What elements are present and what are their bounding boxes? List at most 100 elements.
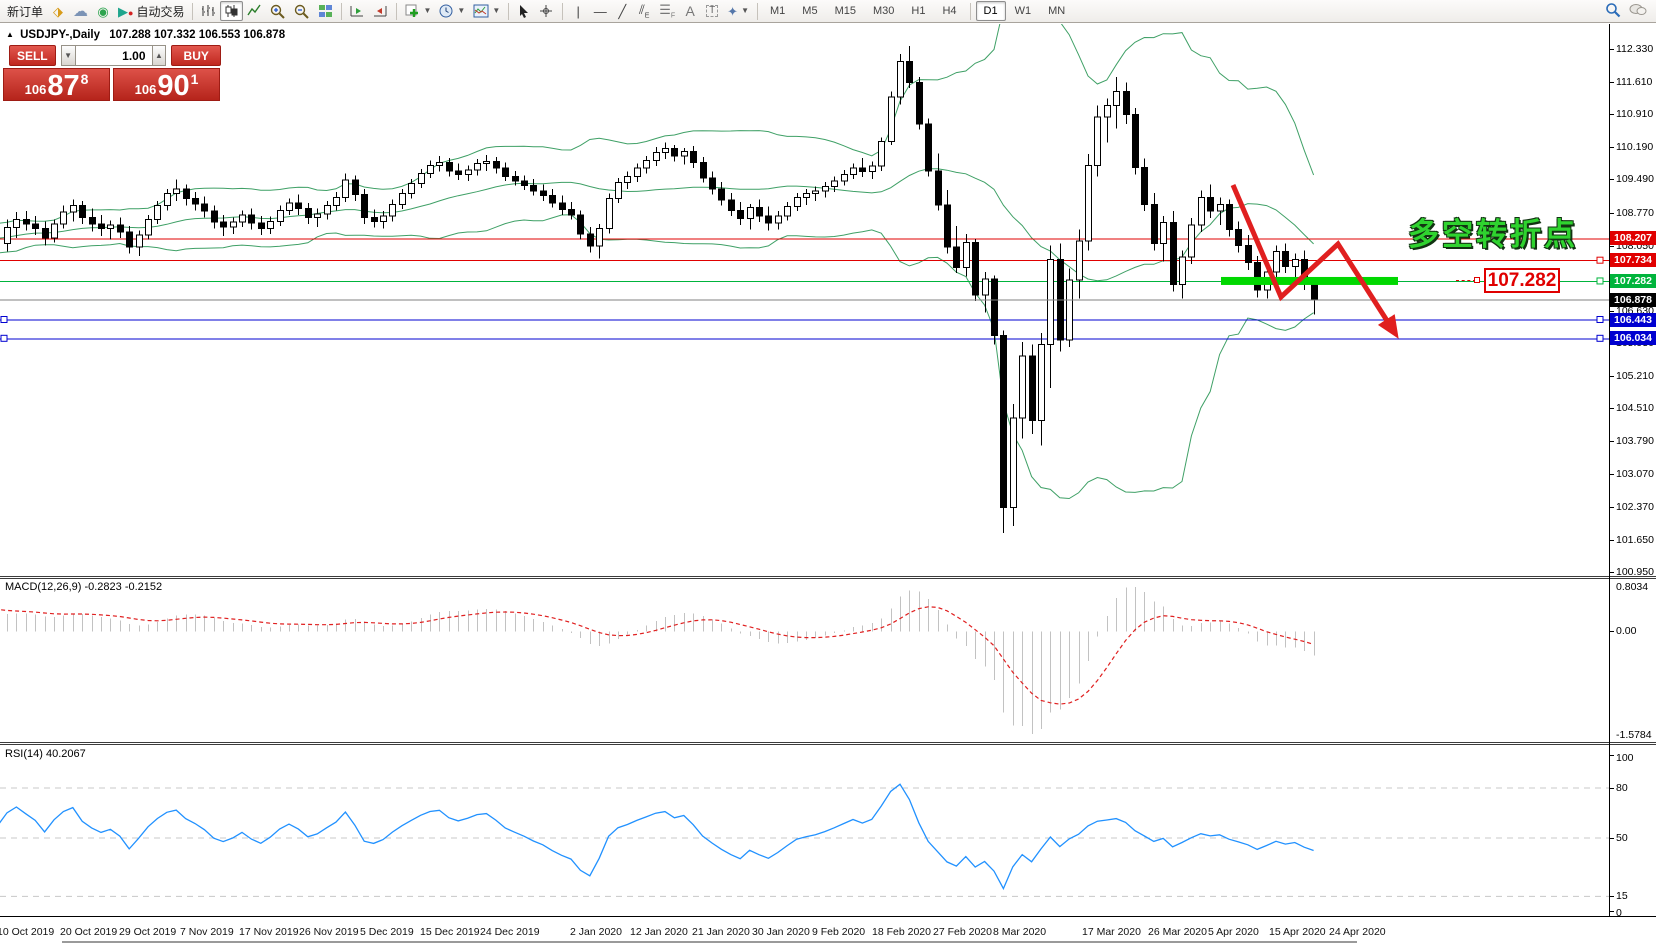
axis-date-label: 10 Oct 2019	[0, 926, 54, 938]
timeframe-d1[interactable]: D1	[976, 1, 1006, 21]
price-level-badge: 106.034	[1610, 331, 1656, 345]
timeframe-w1[interactable]: W1	[1007, 1, 1040, 21]
price-tag-handle[interactable]	[1474, 277, 1480, 283]
price-axis-label: 112.330	[1616, 43, 1653, 55]
chart-bottom-border	[0, 916, 1656, 917]
price-axis-label: 108.770	[1616, 207, 1654, 219]
rsi-axis-label: 0	[1616, 907, 1622, 919]
symbol-period-label: USDJPY-,Daily	[20, 29, 100, 41]
axis-date-label: 20 Oct 2019	[60, 926, 117, 938]
toolbar-separator	[192, 3, 193, 20]
fibonacci-icon[interactable]: ☰F	[655, 1, 679, 21]
bar-chart-icon[interactable]	[197, 1, 220, 21]
rsi-pane[interactable]	[0, 745, 1609, 916]
equidistant-channel-icon[interactable]: ⫽E	[633, 1, 655, 21]
buy-price-prefix: 106	[135, 83, 157, 96]
toolbar-right	[1605, 2, 1653, 21]
price-axis-label: 103.790	[1616, 435, 1654, 447]
rsi-axis-label: 15	[1616, 890, 1628, 902]
toolbar: 新订单 ⬗ ☁ ◉ ▶● 自动交易 ▼ ▼ ▼ | — ╱ ⫽E ☰F A T …	[0, 0, 1656, 23]
axis-date-label: 7 Nov 2019	[180, 926, 234, 938]
timeframe-mn[interactable]: MN	[1040, 1, 1073, 21]
buy-price-button[interactable]: 106901	[113, 68, 220, 101]
timeframe-m15[interactable]: M15	[827, 1, 864, 21]
timeframe-m5[interactable]: M5	[794, 1, 825, 21]
axis-date-label: 5 Apr 2020	[1208, 926, 1259, 938]
deposit-arrow-icon[interactable]: ⬗	[47, 1, 69, 21]
toolbar-separator	[341, 3, 342, 20]
window-bottom-edge[interactable]	[62, 941, 1357, 943]
support-zone-highlight	[1221, 277, 1398, 285]
price-axis-label: 100.950	[1616, 566, 1654, 578]
templates-button[interactable]: ▼	[469, 1, 504, 21]
rsi-axis-label: 80	[1616, 782, 1628, 794]
axis-date-label: 26 Nov 2019	[299, 926, 359, 938]
line-chart-icon[interactable]	[243, 1, 266, 21]
symbol-arrow-icon: ▲	[6, 30, 14, 39]
price-level-badge: 108.207	[1610, 231, 1656, 245]
shift-chart-icon[interactable]	[369, 1, 392, 21]
text-label-icon[interactable]: T	[701, 1, 723, 21]
object-handles	[1, 257, 1603, 341]
tile-windows-icon[interactable]	[314, 1, 337, 21]
sell-price-prefix: 106	[25, 83, 47, 96]
rsi-axis-label: 100	[1616, 752, 1634, 764]
macd-axis-label: -1.5784	[1616, 729, 1652, 741]
price-axis-border	[1609, 24, 1610, 916]
buy-button[interactable]: BUY	[171, 45, 221, 66]
axis-date-label: 15 Apr 2020	[1269, 926, 1326, 938]
vertical-line-icon[interactable]: |	[567, 1, 589, 21]
cursor-icon[interactable]	[513, 1, 535, 21]
macd-pane[interactable]	[0, 579, 1609, 742]
candlestick-chart-icon[interactable]	[220, 1, 243, 21]
new-order-button[interactable]: 新订单	[3, 1, 47, 21]
price-axis-label: 101.650	[1616, 534, 1654, 546]
periods-clock-button[interactable]: ▼	[435, 1, 469, 21]
price-axis-label: 104.510	[1616, 402, 1654, 414]
volume-decrease-button[interactable]: ▼	[61, 45, 76, 66]
autotrading-button[interactable]: ▶● 自动交易	[114, 1, 188, 21]
sell-price-pip: 8	[81, 72, 89, 86]
cloud-sync-icon[interactable]: ☁	[69, 1, 92, 21]
toolbar-separator	[757, 3, 758, 20]
axis-date-label: 18 Feb 2020	[872, 926, 931, 938]
timeframe-h1[interactable]: H1	[903, 1, 933, 21]
signals-icon[interactable]: ◉	[92, 1, 114, 21]
timeframe-toolbar: M1M5M15M30H1H4 D1W1MN	[762, 1, 1073, 21]
add-indicator-button[interactable]: ▼	[401, 1, 435, 21]
chat-icon[interactable]	[1629, 3, 1647, 20]
horizontal-line-icon[interactable]: —	[589, 1, 611, 21]
auto-scroll-icon[interactable]	[346, 1, 369, 21]
autotrading-label: 自动交易	[136, 3, 184, 20]
text-icon[interactable]: A	[679, 1, 701, 21]
toolbar-separator	[562, 3, 563, 20]
timeframe-m30[interactable]: M30	[865, 1, 902, 21]
axis-date-label: 12 Jan 2020	[630, 926, 688, 938]
axis-date-label: 2 Jan 2020	[570, 926, 622, 938]
turning-point-annotation[interactable]: 多空转折点	[1408, 209, 1578, 254]
timeframe-m1[interactable]: M1	[762, 1, 793, 21]
price-tag[interactable]: 107.282	[1484, 268, 1560, 293]
search-icon[interactable]	[1605, 2, 1621, 21]
autotrading-icon: ▶●	[118, 5, 133, 18]
timeframe-h4[interactable]: H4	[934, 1, 964, 21]
arrows-button[interactable]: ✦▼	[723, 1, 753, 21]
volume-input[interactable]	[76, 45, 152, 66]
main-chart-pane[interactable]	[0, 24, 1609, 576]
axis-date-label: 24 Apr 2020	[1329, 926, 1386, 938]
axis-date-label: 8 Mar 2020	[993, 926, 1046, 938]
trend-line-icon[interactable]: ╱	[611, 1, 633, 21]
axis-date-label: 17 Nov 2019	[239, 926, 299, 938]
crosshair-icon[interactable]	[535, 1, 558, 21]
sell-button[interactable]: SELL	[9, 45, 56, 66]
zoom-in-icon[interactable]	[266, 1, 290, 21]
axis-date-label: 17 Mar 2020	[1082, 926, 1141, 938]
price-axis-label: 102.370	[1616, 501, 1654, 513]
axis-date-label: 26 Mar 2020	[1148, 926, 1207, 938]
volume-increase-button[interactable]: ▲	[152, 45, 167, 66]
toolbar-separator	[970, 3, 971, 20]
axis-date-label: 15 Dec 2019	[420, 926, 480, 938]
sell-price-button[interactable]: 106878	[3, 68, 110, 101]
zoom-out-icon[interactable]	[290, 1, 314, 21]
buy-price-pip: 1	[191, 72, 199, 86]
